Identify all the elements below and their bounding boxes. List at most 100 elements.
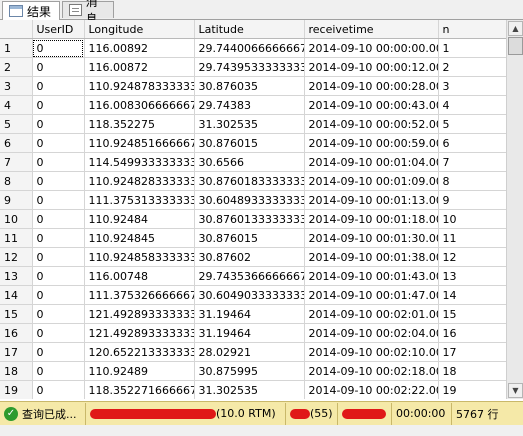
column-header-longitude[interactable]: Longitude — [84, 20, 195, 39]
cell-longitude[interactable]: 116.008306666667 — [84, 95, 195, 115]
cell-longitude[interactable]: 118.352271666667 — [84, 380, 195, 399]
table-row[interactable]: 6 0 110.924851666667 30.876015 2014-09-10 00… — [0, 133, 507, 153]
cell-receivetime[interactable]: 2014-09-10 00:00:43.000 — [304, 95, 439, 115]
cell-userid[interactable]: 0 — [32, 304, 85, 324]
column-header-userid[interactable]: UserID — [32, 20, 85, 39]
cell-receivetime[interactable]: 2014-09-10 00:01:30.000 — [304, 228, 439, 248]
cell-userid[interactable]: 0 — [32, 57, 85, 77]
cell-n[interactable]: 16 — [438, 323, 507, 343]
cell-receivetime[interactable]: 2014-09-10 00:01:47.000 — [304, 285, 439, 305]
cell-n[interactable]: 9 — [438, 190, 507, 210]
cell-receivetime[interactable]: 2014-09-10 00:00:00.000 — [304, 38, 439, 58]
cell-longitude[interactable]: 110.92484 — [84, 209, 195, 229]
cell-receivetime[interactable]: 2014-09-10 00:01:43.000 — [304, 266, 439, 286]
cell-latitude[interactable]: 30.876035 — [194, 76, 305, 96]
cell-longitude[interactable]: 116.00748 — [84, 266, 195, 286]
row-number[interactable]: 13 — [0, 266, 33, 286]
table-row[interactable]: 7 0 114.549933333333 30.6566 2014-09-10 00:0… — [0, 152, 507, 172]
cell-latitude[interactable]: 30.875995 — [194, 361, 305, 381]
row-number[interactable]: 2 — [0, 57, 33, 77]
table-row[interactable]: 8 0 110.924828333333 30.8760183333333 2014-0… — [0, 171, 507, 191]
cell-latitude[interactable]: 30.6049033333333 — [194, 285, 305, 305]
cell-n[interactable]: 11 — [438, 228, 507, 248]
cell-receivetime[interactable]: 2014-09-10 00:01:09.000 — [304, 171, 439, 191]
results-grid[interactable]: UserID Longitude Latitude receivetime n … — [0, 20, 523, 399]
cell-latitude[interactable]: 29.7435366666667 — [194, 266, 305, 286]
cell-n[interactable]: 6 — [438, 133, 507, 153]
cell-receivetime[interactable]: 2014-09-10 00:02:18.000 — [304, 361, 439, 381]
cell-longitude[interactable]: 111.375313333333 — [84, 190, 195, 210]
table-row[interactable]: 17 0 120.652213333333 28.02921 2014-09-10 00… — [0, 342, 507, 362]
table-row[interactable]: 14 0 111.375326666667 30.6049033333333 2014-… — [0, 285, 507, 305]
tab-messages[interactable]: 消息 — [62, 0, 114, 26]
cell-n[interactable]: 19 — [438, 380, 507, 399]
row-number[interactable]: 12 — [0, 247, 33, 267]
cell-receivetime[interactable]: 2014-09-10 00:00:59.000 — [304, 133, 439, 153]
table-row[interactable]: 2 0 116.00872 29.7439533333333 2014-09-10 00… — [0, 57, 507, 77]
row-number[interactable]: 8 — [0, 171, 33, 191]
cell-userid[interactable]: 0 — [32, 228, 85, 248]
cell-userid[interactable]: 0 — [32, 380, 85, 399]
cell-latitude[interactable]: 29.7440066666667 — [194, 38, 305, 58]
cell-longitude[interactable]: 120.652213333333 — [84, 342, 195, 362]
cell-latitude[interactable]: 30.6048933333333 — [194, 190, 305, 210]
cell-n[interactable]: 15 — [438, 304, 507, 324]
cell-latitude[interactable]: 28.02921 — [194, 342, 305, 362]
cell-userid[interactable]: 0 — [32, 152, 85, 172]
table-row[interactable]: 18 0 110.92489 30.875995 2014-09-10 00:02:18… — [0, 361, 507, 381]
cell-longitude[interactable]: 118.352275 — [84, 114, 195, 134]
cell-userid[interactable]: 0 — [32, 323, 85, 343]
cell-longitude[interactable]: 110.92489 — [84, 361, 195, 381]
cell-latitude[interactable]: 29.7439533333333 — [194, 57, 305, 77]
tab-results[interactable]: 结果 — [2, 1, 60, 20]
table-row[interactable]: 15 0 121.492893333333 31.19464 2014-09-10 00… — [0, 304, 507, 324]
cell-userid[interactable]: 0 — [32, 95, 85, 115]
cell-latitude[interactable]: 30.876015 — [194, 228, 305, 248]
cell-userid[interactable]: 0 — [32, 342, 85, 362]
cell-receivetime[interactable]: 2014-09-10 00:02:22.000 — [304, 380, 439, 399]
cell-longitude[interactable]: 116.00872 — [84, 57, 195, 77]
cell-latitude[interactable]: 30.8760133333333 — [194, 209, 305, 229]
cell-n[interactable]: 18 — [438, 361, 507, 381]
row-number[interactable]: 17 — [0, 342, 33, 362]
table-row[interactable]: 9 0 111.375313333333 30.6048933333333 2014-0… — [0, 190, 507, 210]
row-number[interactable]: 6 — [0, 133, 33, 153]
cell-n[interactable]: 13 — [438, 266, 507, 286]
row-number[interactable]: 5 — [0, 114, 33, 134]
cell-n[interactable]: 10 — [438, 209, 507, 229]
cell-n[interactable]: 5 — [438, 114, 507, 134]
cell-receivetime[interactable]: 2014-09-10 00:01:13.000 — [304, 190, 439, 210]
vertical-scrollbar[interactable]: ▲ ▼ — [506, 20, 523, 399]
row-number[interactable]: 4 — [0, 95, 33, 115]
cell-userid[interactable]: 0 — [32, 190, 85, 210]
cell-receivetime[interactable]: 2014-09-10 00:00:12.000 — [304, 57, 439, 77]
cell-latitude[interactable]: 30.876015 — [194, 133, 305, 153]
cell-longitude[interactable]: 110.924845 — [84, 228, 195, 248]
cell-longitude[interactable]: 116.00892 — [84, 38, 195, 58]
cell-userid[interactable]: 0 — [32, 133, 85, 153]
cell-receivetime[interactable]: 2014-09-10 00:00:28.000 — [304, 76, 439, 96]
cell-receivetime[interactable]: 2014-09-10 00:01:18.000 — [304, 209, 439, 229]
cell-longitude[interactable]: 111.375326666667 — [84, 285, 195, 305]
row-number[interactable]: 7 — [0, 152, 33, 172]
cell-latitude[interactable]: 31.19464 — [194, 304, 305, 324]
cell-userid[interactable]: 0 — [32, 171, 85, 191]
scroll-up-arrow-icon[interactable]: ▲ — [508, 21, 523, 36]
table-row[interactable]: 10 0 110.92484 30.8760133333333 2014-09-10 0… — [0, 209, 507, 229]
cell-longitude[interactable]: 110.924878333333 — [84, 76, 195, 96]
cell-longitude[interactable]: 114.549933333333 — [84, 152, 195, 172]
table-row[interactable]: 5 0 118.352275 31.302535 2014-09-10 00:00:52… — [0, 114, 507, 134]
cell-longitude[interactable]: 110.924851666667 — [84, 133, 195, 153]
cell-n[interactable]: 17 — [438, 342, 507, 362]
cell-n[interactable]: 1 — [438, 38, 507, 58]
row-number[interactable]: 11 — [0, 228, 33, 248]
cell-n[interactable]: 4 — [438, 95, 507, 115]
cell-n[interactable]: 8 — [438, 171, 507, 191]
cell-latitude[interactable]: 31.19464 — [194, 323, 305, 343]
column-header-n[interactable]: n — [438, 20, 507, 39]
cell-n[interactable]: 7 — [438, 152, 507, 172]
row-number[interactable]: 14 — [0, 285, 33, 305]
row-number[interactable]: 16 — [0, 323, 33, 343]
cell-userid[interactable]: 0 — [32, 114, 85, 134]
column-header-receivetime[interactable]: receivetime — [304, 20, 439, 39]
